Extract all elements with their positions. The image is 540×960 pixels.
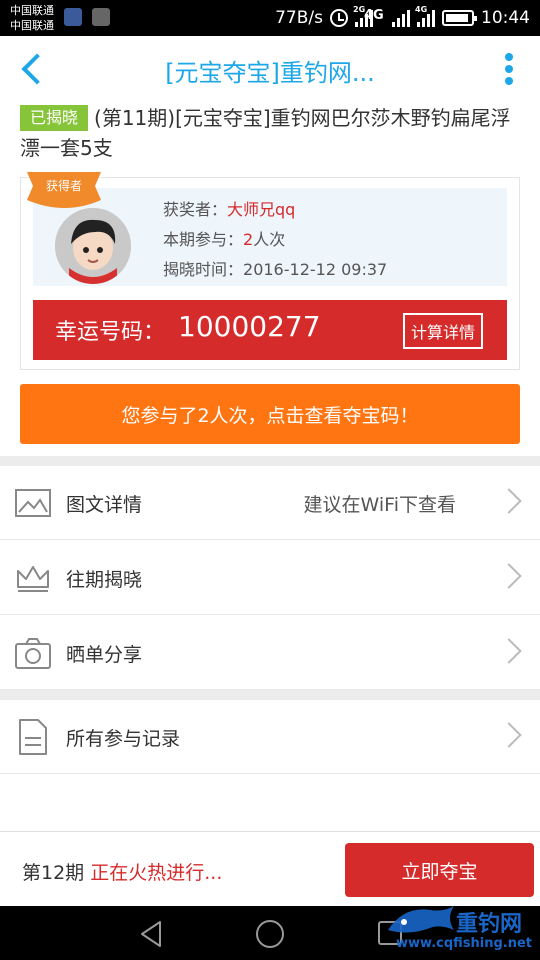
participation-row: 本期参与：2人次	[163, 225, 387, 255]
participation-unit: 人次	[253, 230, 286, 249]
app-header: [元宝夺宝]重钓网...	[0, 36, 540, 102]
carrier-1: 中国联通	[10, 4, 54, 17]
menu-label-past-results: 往期揭晓	[66, 569, 143, 591]
menu-label-share: 晒单分享	[66, 644, 143, 666]
menu-hint-wifi: 建议在WiFi下查看	[303, 494, 456, 516]
net-type-4g-2: 4G	[415, 5, 428, 14]
section-divider	[0, 456, 540, 466]
nav-back-icon[interactable]	[138, 920, 164, 948]
calc-details-button[interactable]: 计算详情	[402, 313, 483, 349]
bottom-action-bar: 第12期 正在火热进行... 立即夺宝	[0, 831, 540, 906]
menu-item-details[interactable]: 图文详情 建议在WiFi下查看	[0, 466, 540, 540]
notification-app-icon	[64, 8, 82, 26]
winner-info: 获奖者：大师兄qq 本期参与：2人次 揭晓时间：2016-12-12 09:37	[163, 195, 387, 285]
chevron-right-icon	[496, 638, 522, 664]
issue-number: 第12期	[22, 862, 85, 884]
menu-item-share[interactable]: 晒单分享	[0, 616, 540, 690]
lucky-number-label: 幸运号码：	[55, 320, 166, 345]
participation-count: 2	[243, 230, 254, 249]
winner-ribbon: 获得者	[25, 172, 103, 208]
vertical-dots-icon[interactable]	[502, 50, 516, 90]
lucky-number-bar: 幸运号码： 10000277 计算详情	[33, 300, 507, 360]
winner-row: 获奖者：大师兄qq	[163, 195, 387, 225]
revealed-badge: 已揭晓	[20, 105, 89, 131]
image-icon	[15, 489, 51, 517]
avatar-image	[55, 208, 131, 284]
camera-icon	[15, 638, 51, 669]
watermark: 重钓网 www.cqfishing.net	[384, 902, 540, 958]
alarm-icon	[330, 9, 348, 27]
status-icons: 77B/s 2G 4G 4G 10:44	[275, 0, 530, 36]
winner-card: 获得者 获奖者：大师兄qq 本期参与：2人次 揭晓时间：2016-12-12 0…	[20, 172, 520, 370]
signal-4g-2-icon: 4G	[415, 5, 435, 27]
reveal-time: 2016-12-12 09:37	[243, 260, 388, 279]
signal-4g-icon: 4G	[364, 8, 410, 27]
menu-item-past-results[interactable]: 往期揭晓	[0, 541, 540, 615]
section-divider	[0, 690, 540, 700]
menu-label-all-records: 所有参与记录	[66, 728, 181, 750]
menu-item-all-records[interactable]: 所有参与记录	[0, 700, 540, 774]
battery-icon	[442, 10, 477, 26]
battery-fill	[446, 14, 468, 22]
ribbon-label: 获得者	[45, 179, 82, 193]
chevron-right-icon	[496, 488, 522, 514]
carrier-2: 中国联通	[10, 19, 54, 32]
lucky-number: 10000277	[178, 310, 321, 343]
participate-now-button[interactable]: 立即夺宝	[345, 843, 534, 897]
product-title: (第11期)[元宝夺宝]重钓网巴尔莎木野钓扁尾浮漂一套5支	[20, 106, 511, 160]
clock: 10:44	[481, 8, 530, 28]
page-title: [元宝夺宝]重钓网...	[165, 59, 375, 87]
reveal-label: 揭晓时间：	[163, 260, 244, 279]
net-type-4g: 4G	[364, 8, 384, 23]
chevron-left-icon[interactable]	[18, 50, 52, 88]
document-icon	[19, 719, 47, 755]
issue-status: 正在火热进行...	[90, 862, 223, 884]
net-speed: 77B/s	[275, 8, 323, 28]
next-issue-info: 第12期 正在火热进行...	[22, 858, 222, 885]
watermark-url: www.cqfishing.net	[396, 936, 533, 951]
participation-label: 本期参与：	[163, 230, 244, 249]
status-bar: 中国联通 中国联通 77B/s 2G 4G 4G 10:44	[0, 0, 540, 36]
notification-gallery-icon	[92, 8, 110, 26]
avatar[interactable]	[55, 208, 131, 284]
reveal-row: 揭晓时间：2016-12-12 09:37	[163, 255, 387, 285]
chevron-right-icon	[496, 722, 522, 748]
winner-name[interactable]: 大师兄qq	[227, 200, 295, 219]
watermark-brand: 重钓网	[456, 912, 523, 937]
view-my-codes-button[interactable]: 您参与了2人次，点击查看夺宝码！	[20, 384, 520, 444]
nav-home-icon[interactable]	[256, 920, 284, 948]
carrier-names: 中国联通 中国联通	[10, 3, 54, 33]
winner-label: 获奖者：	[163, 200, 228, 219]
crown-icon	[17, 566, 49, 592]
product-title-block: 已揭晓 (第11期)[元宝夺宝]重钓网巴尔莎木野钓扁尾浮漂一套5支	[20, 103, 520, 163]
menu-label-details: 图文详情	[66, 494, 143, 516]
fish-logo-icon	[388, 906, 454, 933]
chevron-right-icon	[496, 563, 522, 589]
